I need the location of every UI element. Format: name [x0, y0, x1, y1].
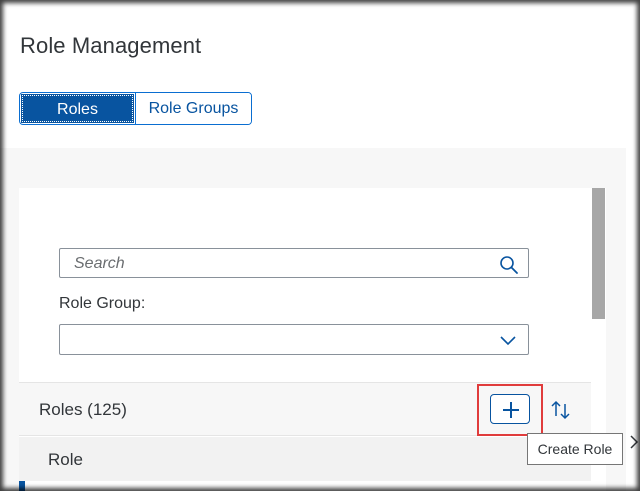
sort-icon[interactable]	[549, 398, 573, 422]
chevron-down-icon[interactable]	[499, 334, 517, 346]
role-group-label: Role Group:	[59, 295, 146, 312]
table-column-header: Role	[19, 437, 591, 481]
roles-count-title: Roles (125)	[39, 400, 127, 419]
search-input[interactable]: Search	[59, 248, 529, 278]
column-role: Role	[48, 450, 83, 469]
role-group-select[interactable]	[59, 324, 529, 355]
search-icon[interactable]	[499, 255, 519, 275]
tab-role-groups[interactable]: Role Groups	[135, 93, 251, 124]
page-title: Role Management	[20, 33, 202, 58]
scrollbar-thumb[interactable]	[592, 188, 605, 319]
row-selection-indicator	[19, 481, 25, 491]
chevron-right-icon	[630, 435, 639, 449]
create-role-button[interactable]	[490, 394, 530, 424]
tab-roles[interactable]: Roles	[20, 93, 135, 124]
tooltip: Create Role	[527, 433, 623, 465]
page-header: Role Management	[0, 0, 626, 148]
roles-segmented-control: Roles Role Groups	[19, 92, 252, 125]
plus-icon	[503, 402, 519, 418]
search-placeholder: Search	[74, 255, 125, 272]
